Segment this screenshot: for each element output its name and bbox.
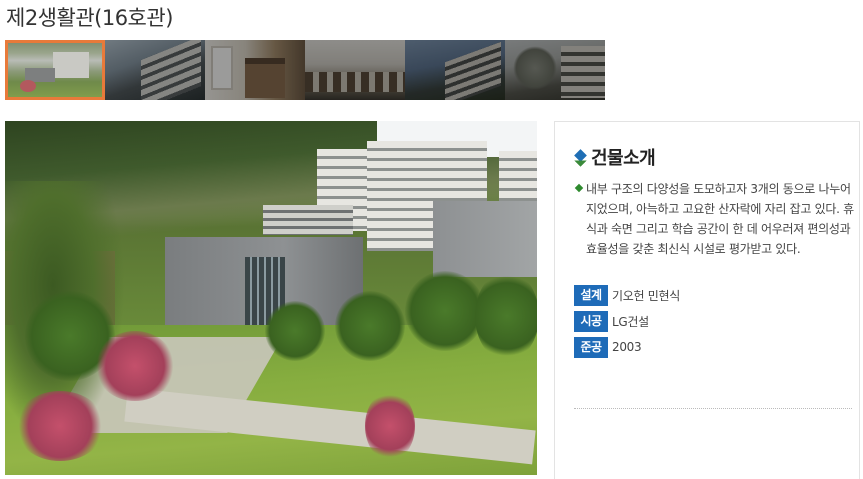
info-heading: 건물소개 — [574, 144, 656, 170]
thumbnail-5[interactable] — [405, 40, 505, 100]
spec-label: 준공 — [574, 336, 608, 358]
info-description: 내부 구조의 다양성을 도모하고자 3개의 동으로 나누어지었으며, 아늑하고 … — [574, 179, 856, 259]
thumbnail-3[interactable] — [205, 40, 305, 100]
thumbnail-1[interactable] — [5, 40, 105, 100]
building-info-panel: 건물소개 내부 구조의 다양성을 도모하고자 3개의 동으로 나누어지었으며, … — [554, 121, 860, 479]
divider — [574, 408, 852, 409]
thumbnail-2[interactable] — [105, 40, 205, 100]
thumbnail-4[interactable] — [305, 40, 405, 100]
spec-label: 설계 — [574, 284, 608, 306]
spec-value: 2003 — [612, 340, 642, 354]
diamond-icon — [574, 151, 587, 164]
main-building-photo — [5, 121, 537, 475]
bullet-icon — [574, 183, 584, 193]
spec-list: 설계 기오헌 민현식 시공 LG건설 준공 2003 — [574, 284, 680, 362]
info-description-text: 내부 구조의 다양성을 도모하고자 3개의 동으로 나누어지었으며, 아늑하고 … — [586, 182, 854, 256]
spec-row-design: 설계 기오헌 민현식 — [574, 284, 680, 306]
spec-value: LG건설 — [612, 314, 649, 329]
info-heading-text: 건물소개 — [591, 148, 656, 169]
spec-label: 시공 — [574, 310, 608, 332]
spec-row-construction: 시공 LG건설 — [574, 310, 680, 332]
spec-row-completion: 준공 2003 — [574, 336, 680, 358]
page-title: 제2생활관(16호관) — [6, 6, 173, 30]
thumbnail-6[interactable] — [505, 40, 605, 100]
spec-value: 기오헌 민현식 — [612, 288, 680, 303]
thumbnail-strip — [5, 40, 605, 100]
